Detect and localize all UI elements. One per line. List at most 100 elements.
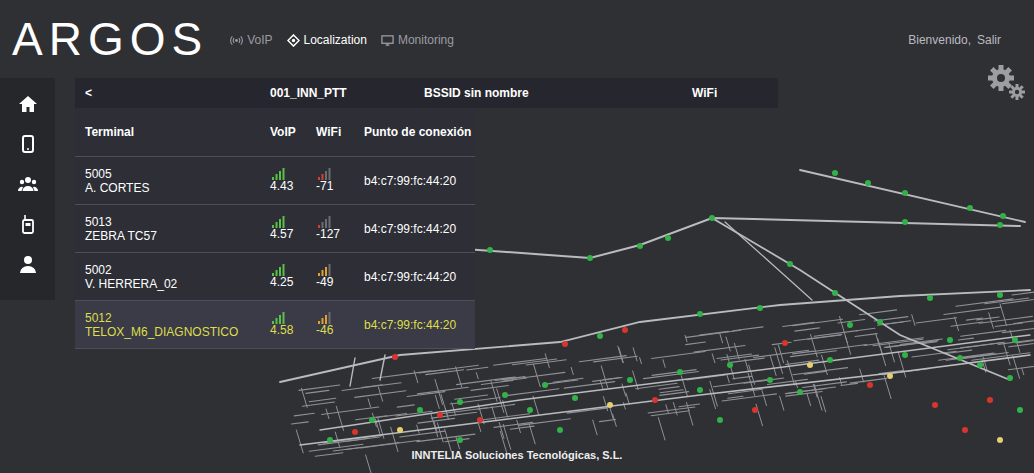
map-node[interactable]: [1007, 375, 1013, 381]
map-node[interactable]: [797, 389, 803, 395]
map-node[interactable]: [902, 352, 908, 358]
map-node[interactable]: [962, 427, 968, 433]
signal-meter: 4.58: [270, 312, 316, 337]
sidebar-item[interactable]: [18, 174, 38, 194]
map-node[interactable]: [627, 377, 633, 383]
map-node[interactable]: [502, 392, 508, 398]
column-header[interactable]: WiFi: [316, 125, 341, 139]
table-row[interactable]: 5002V. HERRERA_024.25-49b4:c7:99:fc:44:2…: [75, 253, 475, 301]
logout-link[interactable]: Salir: [977, 33, 1001, 47]
sidebar-item[interactable]: [18, 134, 38, 154]
sidebar-item[interactable]: [18, 214, 38, 234]
map-node[interactable]: [542, 382, 548, 388]
map-node[interactable]: [392, 354, 398, 360]
table-row[interactable]: 5013ZEBRA TC574.57-127b4:c7:99:fc:44:20: [75, 205, 475, 253]
map-node[interactable]: [487, 247, 493, 253]
map-node[interactable]: [417, 407, 423, 413]
map-node[interactable]: [967, 205, 973, 211]
map-node[interactable]: [787, 261, 793, 267]
map-node[interactable]: [607, 402, 613, 408]
gear-icon[interactable]: [986, 63, 1026, 101]
map-node[interactable]: [997, 292, 1003, 298]
map-node[interactable]: [457, 399, 463, 405]
column-header[interactable]: Terminal: [85, 125, 134, 139]
table-row[interactable]: 5005A. CORTES4.43-71b4:c7:99:fc:44:20: [75, 157, 475, 205]
map-node[interactable]: [832, 170, 838, 176]
map-node[interactable]: [457, 437, 463, 443]
map-node[interactable]: [697, 311, 703, 317]
nav-label[interactable]: Localization: [304, 33, 367, 47]
sidebar-item[interactable]: [18, 254, 38, 274]
terminal-name: V. HERRERA_02: [85, 277, 270, 291]
map-node[interactable]: [665, 235, 671, 241]
map-node[interactable]: [987, 397, 993, 403]
map-node[interactable]: [902, 219, 908, 225]
map-node[interactable]: [677, 369, 683, 375]
map-node[interactable]: [997, 222, 1003, 228]
nav-item[interactable]: Monitoring: [381, 33, 454, 47]
table-row[interactable]: 5012TELOX_M6_DIAGNOSTICO4.58-46b4:c7:99:…: [75, 301, 475, 349]
map-node[interactable]: [947, 337, 953, 343]
map-node[interactable]: [727, 362, 733, 368]
map-node[interactable]: [977, 362, 983, 368]
map-node[interactable]: [562, 341, 568, 347]
map-node[interactable]: [782, 340, 788, 346]
map-node[interactable]: [752, 407, 758, 413]
connection-type: WiFi: [692, 86, 778, 100]
map-node[interactable]: [767, 377, 773, 383]
map-node[interactable]: [827, 357, 833, 363]
map-node[interactable]: [637, 243, 643, 249]
map-node[interactable]: [572, 395, 578, 401]
nav-item[interactable]: VoIP: [230, 33, 272, 47]
map-node[interactable]: [527, 407, 533, 413]
map-node[interactable]: [1012, 337, 1018, 343]
nav-label[interactable]: Monitoring: [398, 33, 454, 47]
map-node[interactable]: [1000, 213, 1006, 219]
map-node[interactable]: [327, 437, 333, 443]
column-header[interactable]: Punto de conexión: [364, 125, 471, 139]
map-node[interactable]: [902, 190, 908, 196]
nav-label[interactable]: VoIP: [247, 33, 272, 47]
signal-reading: -127: [316, 228, 340, 241]
map-node[interactable]: [437, 412, 443, 418]
signal-meter: -71: [316, 168, 364, 193]
home-icon: [18, 94, 38, 114]
map-node[interactable]: [807, 362, 813, 368]
sidebar-item[interactable]: [18, 94, 38, 114]
map-node[interactable]: [477, 417, 483, 423]
signal-bars-icon: [318, 264, 332, 276]
map-node[interactable]: [932, 402, 938, 408]
logo[interactable]: ARGOS: [12, 0, 208, 62]
back-button[interactable]: <: [75, 86, 270, 100]
column-header[interactable]: VoIP: [270, 125, 296, 139]
map-node[interactable]: [622, 327, 628, 333]
voip-icon: [230, 34, 243, 47]
map-node[interactable]: [717, 417, 723, 423]
nav-item[interactable]: Localization: [287, 33, 367, 47]
map-node[interactable]: [597, 333, 603, 339]
map-node[interactable]: [867, 382, 873, 388]
map-node[interactable]: [877, 319, 883, 325]
signal-reading: -71: [316, 180, 333, 193]
map-node[interactable]: [652, 397, 658, 403]
map-node[interactable]: [587, 255, 593, 261]
map-node[interactable]: [757, 305, 763, 311]
map-node[interactable]: [927, 295, 933, 301]
map-node[interactable]: [369, 417, 375, 423]
map-node[interactable]: [997, 437, 1003, 443]
map-node[interactable]: [865, 180, 871, 186]
map-node[interactable]: [832, 290, 838, 296]
main-nav: VoIP Localization Monitoring: [230, 0, 454, 47]
map-node[interactable]: [957, 355, 963, 361]
map-node[interactable]: [557, 427, 563, 433]
map-node[interactable]: [709, 215, 715, 221]
map-node[interactable]: [352, 429, 358, 435]
map-node[interactable]: [887, 373, 893, 379]
table-header: Terminal VoIP WiFi Punto de conexión: [75, 108, 475, 157]
map-node[interactable]: [1017, 407, 1023, 413]
signal-bars-icon: [272, 312, 286, 324]
map-node[interactable]: [697, 387, 703, 393]
map-node[interactable]: [397, 427, 403, 433]
access-point: b4:c7:99:fc:44:20: [364, 318, 456, 332]
map-node[interactable]: [847, 322, 853, 328]
